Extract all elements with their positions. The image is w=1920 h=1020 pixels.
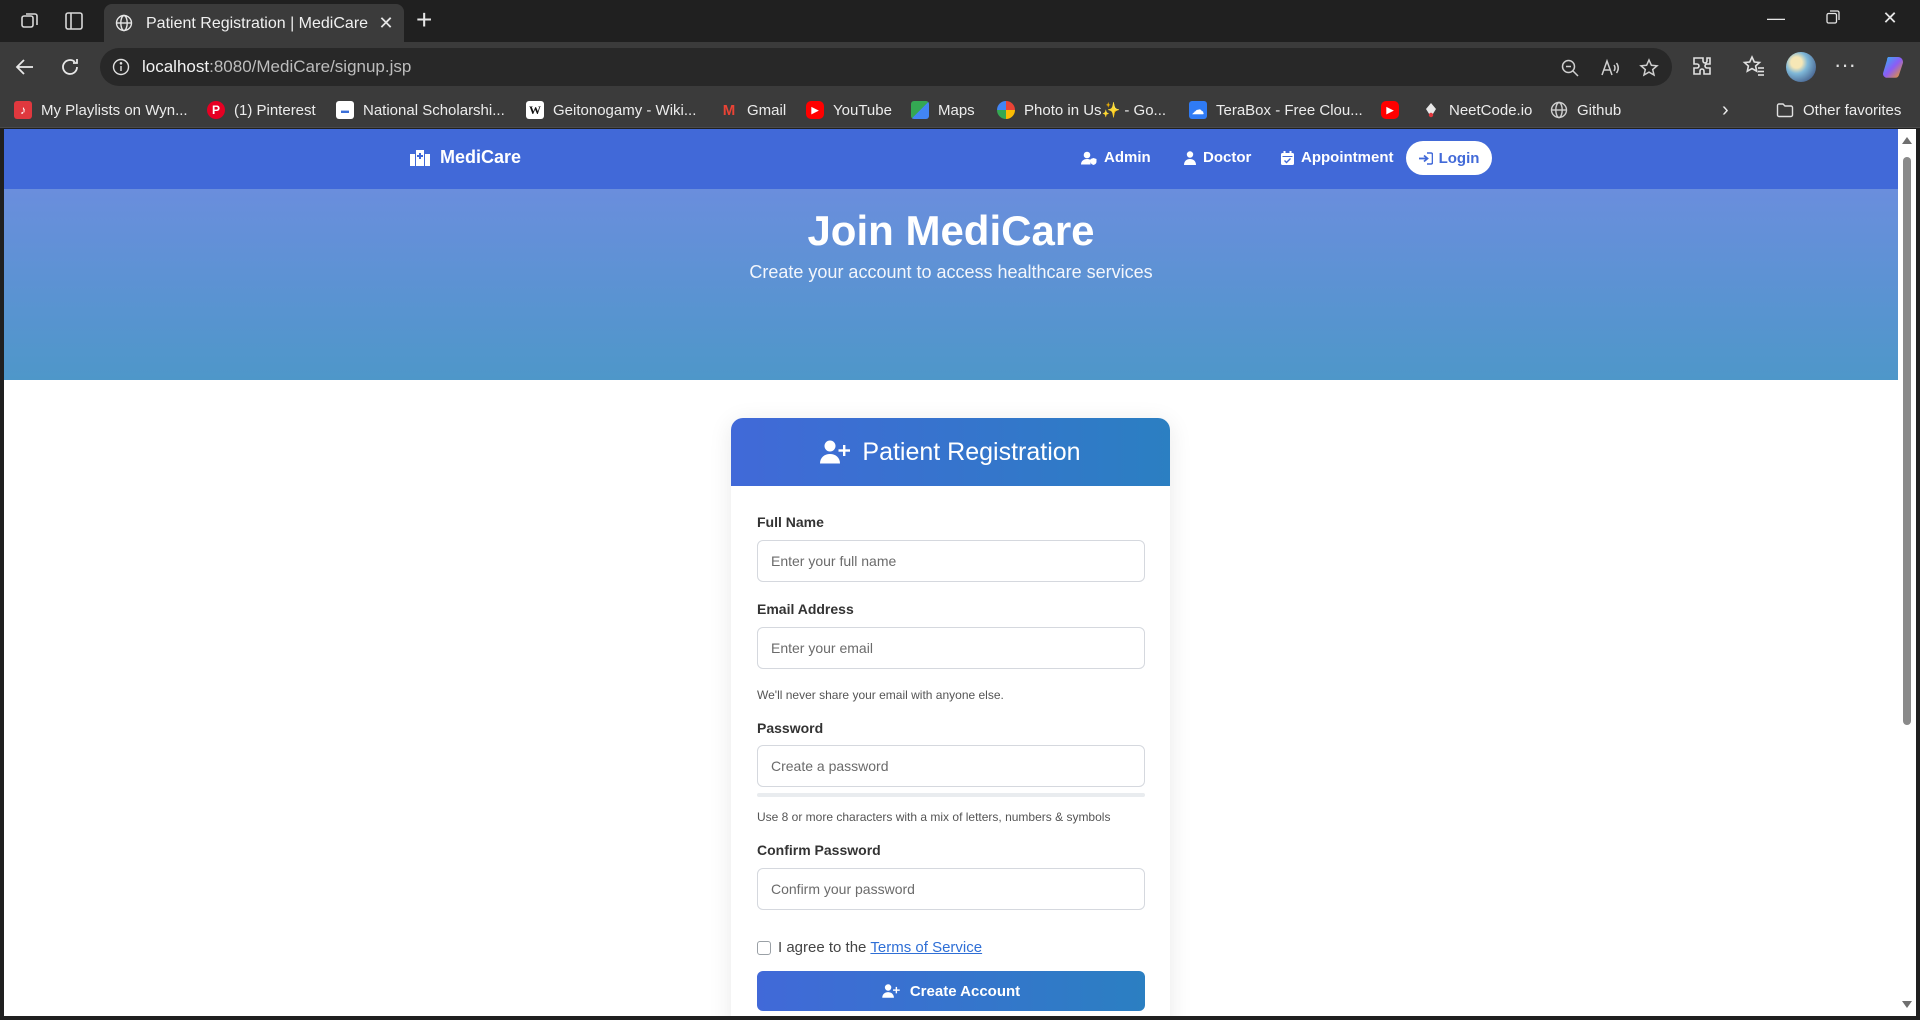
folder-icon <box>1776 101 1794 119</box>
url-text: localhost:8080/MediCare/signup.jsp <box>142 57 412 76</box>
globe-icon <box>1550 101 1568 119</box>
create-account-button[interactable]: Create Account <box>757 971 1145 1011</box>
agree-text: I agree to the <box>778 939 867 956</box>
site-info-icon[interactable] <box>112 58 130 81</box>
browser-toolbar: localhost:8080/MediCare/signup.jsp ··· <box>0 42 1920 92</box>
email-label: Email Address <box>757 601 854 617</box>
minimize-icon[interactable]: — <box>1756 8 1796 29</box>
bookmarks-overflow-icon[interactable]: › <box>1722 99 1729 121</box>
site-navbar: MediCare Admin Doctor Appointment Login <box>4 129 1898 189</box>
bookmark-item[interactable]: NeetCode.io <box>1422 100 1532 120</box>
bookmarks-bar: ♪ My Playlists on Wyn... P (1) Pinterest… <box>0 92 1920 128</box>
registration-card: Patient Registration Full Name Email Add… <box>731 418 1170 1016</box>
bookmark-item[interactable]: ▬ National Scholarshi... <box>336 100 505 120</box>
hospital-icon <box>410 149 430 166</box>
hero-banner: Join MediCare Create your account to acc… <box>4 189 1898 380</box>
scrollbar-thumb[interactable] <box>1903 157 1911 725</box>
wynk-icon: ♪ <box>14 101 32 119</box>
page-viewport: MediCare Admin Doctor Appointment Login … <box>4 129 1898 1016</box>
hero-title: Join MediCare <box>807 207 1095 254</box>
favorite-star-icon[interactable] <box>1639 58 1659 78</box>
bookmark-item[interactable]: W Geitonogamy - Wiki... <box>526 100 696 120</box>
nav-doctor[interactable]: Doctor <box>1184 149 1251 166</box>
extensions-icon[interactable] <box>1690 54 1716 80</box>
zoom-out-icon[interactable] <box>1560 58 1580 78</box>
more-options-icon[interactable]: ··· <box>1832 54 1858 80</box>
user-plus-icon <box>820 440 851 464</box>
email-input[interactable] <box>757 627 1145 669</box>
bookmark-item[interactable]: P (1) Pinterest <box>207 100 316 120</box>
form-heading: Patient Registration <box>862 437 1081 466</box>
workspaces-icon[interactable] <box>19 10 41 32</box>
tab-title: Patient Registration | MediCare <box>146 15 369 32</box>
refresh-icon[interactable] <box>57 54 83 80</box>
password-label: Password <box>757 720 824 736</box>
terms-link[interactable]: Terms of Service <box>870 939 982 956</box>
brand-logo[interactable]: MediCare <box>410 147 521 168</box>
user-plus-icon <box>882 984 900 998</box>
other-favorites[interactable]: Other favorites <box>1776 100 1901 120</box>
bookmark-item[interactable]: ▶ YouTube <box>806 100 892 120</box>
page-scrollbar[interactable] <box>1898 129 1916 1016</box>
active-tab[interactable]: Patient Registration | MediCare ✕ <box>104 4 404 42</box>
pinterest-icon: P <box>207 101 225 119</box>
youtube-icon: ▶ <box>806 101 824 119</box>
back-icon[interactable] <box>12 54 38 80</box>
nav-appointment[interactable]: Appointment <box>1281 149 1393 166</box>
google-photos-icon <box>997 101 1015 119</box>
scroll-up-icon[interactable] <box>1902 137 1912 144</box>
hero-subtitle: Create your account to access healthcare… <box>749 262 1153 282</box>
address-bar[interactable]: localhost:8080/MediCare/signup.jsp <box>100 48 1672 86</box>
new-tab-button[interactable]: + <box>416 6 432 34</box>
favorites-icon[interactable] <box>1742 54 1768 80</box>
terms-checkbox[interactable] <box>757 940 771 955</box>
bookmark-item[interactable]: ♪ My Playlists on Wyn... <box>14 100 188 120</box>
bookmark-item[interactable]: ▶ <box>1381 100 1399 120</box>
sign-in-icon <box>1418 151 1433 165</box>
password-help-text: Use 8 or more characters with a mix of l… <box>757 810 1111 824</box>
browser-title-bar: Patient Registration | MediCare ✕ + — ✕ <box>0 0 1920 42</box>
confirm-password-label: Confirm Password <box>757 842 881 858</box>
confirm-password-input[interactable] <box>757 868 1145 910</box>
card-header: Patient Registration <box>731 418 1170 486</box>
terms-agreement: I agree to the Terms of Service <box>757 939 982 956</box>
youtube-icon: ▶ <box>1381 101 1399 119</box>
nsp-icon: ▬ <box>336 101 354 119</box>
bookmark-item[interactable]: M Gmail <box>720 100 786 120</box>
full-name-label: Full Name <box>757 514 824 530</box>
login-button[interactable]: Login <box>1406 141 1492 175</box>
gmail-icon: M <box>722 101 736 119</box>
calendar-check-icon <box>1281 150 1294 165</box>
user-shield-icon <box>1081 151 1097 165</box>
close-tab-icon[interactable]: ✕ <box>376 13 396 33</box>
neetcode-icon <box>1422 101 1440 119</box>
nav-admin[interactable]: Admin <box>1081 149 1151 166</box>
bookmark-item[interactable]: Github <box>1550 100 1621 120</box>
user-doctor-icon <box>1184 150 1196 165</box>
maps-icon <box>911 101 929 119</box>
password-strength-bar <box>757 793 1145 797</box>
vertical-tabs-icon[interactable] <box>63 10 85 32</box>
scroll-down-icon[interactable] <box>1902 1001 1912 1008</box>
bookmark-item[interactable]: Photo in Us✨ - Go... <box>997 100 1166 120</box>
close-window-icon[interactable]: ✕ <box>1870 8 1910 29</box>
profile-avatar[interactable] <box>1786 52 1816 82</box>
copilot-icon[interactable] <box>1880 54 1906 80</box>
email-help-text: We'll never share your email with anyone… <box>757 688 1004 702</box>
wikipedia-icon: W <box>526 101 544 119</box>
password-input[interactable] <box>757 745 1145 787</box>
bookmark-item[interactable]: Maps <box>911 100 975 120</box>
globe-icon <box>115 14 133 37</box>
terabox-icon: ☁ <box>1189 101 1207 119</box>
bookmark-item[interactable]: ☁ TeraBox - Free Clou... <box>1189 100 1363 120</box>
full-name-input[interactable] <box>757 540 1145 582</box>
read-aloud-icon[interactable] <box>1600 58 1620 78</box>
restore-icon[interactable] <box>1813 8 1853 29</box>
